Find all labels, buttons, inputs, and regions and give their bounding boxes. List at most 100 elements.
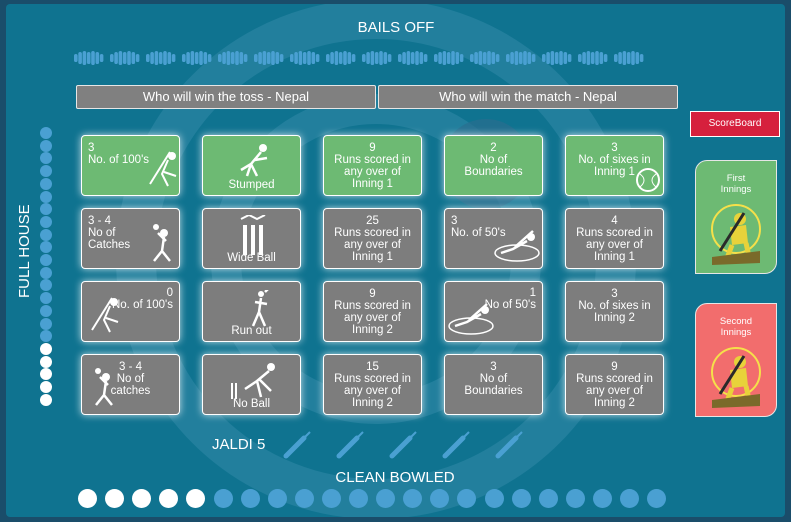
toss-prediction-banner: Who will win the toss - Nepal <box>76 85 376 109</box>
grid-cell-r3c1[interactable]: 0 No. of 100's <box>81 281 180 342</box>
bail-icon <box>74 51 104 65</box>
grid-cell-r2c2[interactable]: Wide Ball <box>202 208 301 269</box>
grid-cell-r4c3[interactable]: 15 Runs scored in any over of Inning 2 <box>323 354 422 415</box>
clean-bowled-slot <box>620 489 639 508</box>
bail-icon <box>614 51 644 65</box>
bat-icon <box>495 431 523 459</box>
bail-icon <box>254 51 284 65</box>
grid-cell-r4c2[interactable]: No Ball <box>202 354 301 415</box>
full-house-label: FULL HOUSE <box>16 204 33 298</box>
full-house-ball-filled <box>40 393 52 406</box>
grid-cell-r4c4[interactable]: 3 No of Boundaries <box>444 354 543 415</box>
full-house-slot <box>40 165 52 178</box>
bail-icon <box>290 51 320 65</box>
grid-cell-text: 3 - 4 No of Catches <box>88 215 131 251</box>
bail-icon <box>218 51 248 65</box>
grid-cell-r3c3[interactable]: 9 Runs scored in any over of Inning 2 <box>323 281 422 342</box>
bail-icon <box>362 51 392 65</box>
batsman-trophy-icon <box>711 204 761 265</box>
jaldi-5-label: JALDI 5 <box>212 436 266 453</box>
grid-cell-text: 1 No of 50's <box>484 287 536 311</box>
full-house-slot <box>40 127 52 139</box>
first-innings-label: First Innings <box>720 173 752 195</box>
grid-cell-r3c4[interactable]: 1 No of 50's <box>444 281 543 342</box>
bail-icon <box>110 51 140 65</box>
grid-cell-text: 4 Runs scored in any over of Inning 1 <box>576 215 653 263</box>
grid-cell-text: 3 No. of 100's <box>88 142 150 166</box>
bail-icon <box>542 51 572 65</box>
grid-cell-text: 3 No of Boundaries <box>464 361 523 397</box>
clean-bowled-slot <box>349 489 368 508</box>
clean-bowled-slot <box>565 489 585 508</box>
clean-bowled-slot <box>592 489 612 508</box>
full-house-slot <box>40 254 52 266</box>
grid-cell-r1c2[interactable]: Stumped <box>202 135 301 196</box>
runner-icon <box>251 290 269 327</box>
clean-bowled-label: CLEAN BOWLED <box>335 469 455 486</box>
clean-bowled-slot <box>511 489 531 508</box>
grid-cell-text: 15 Runs scored in any over of Inning 2 <box>334 361 411 409</box>
grid-cell-r2c1[interactable]: 3 - 4 No of Catches <box>81 208 180 269</box>
bail-icon <box>182 51 212 65</box>
full-house-ball-filled <box>40 342 52 355</box>
clean-bowled-ball-filled <box>78 489 97 508</box>
grid-cell-text: Wide Ball <box>227 252 276 264</box>
full-house-ball-filled <box>40 355 52 368</box>
grid-cell-text: 9 Runs scored in any over of Inning 2 <box>334 288 411 336</box>
bails-off-track <box>72 50 672 66</box>
bowler-icon <box>231 363 275 399</box>
first-innings-card[interactable]: First Innings <box>695 160 777 274</box>
clean-bowled-slot <box>538 489 558 508</box>
game-title: BAILS OFF <box>357 19 435 36</box>
grid-cell-text: Stumped <box>228 179 275 191</box>
grid-cell-text: 3 No. of sixes in Inning 1 <box>578 142 651 178</box>
full-house-slot <box>40 317 52 330</box>
grid-cell-r2c5[interactable]: 4 Runs scored in any over of Inning 1 <box>565 208 664 269</box>
grid-cell-r1c1[interactable]: 3 No. of 100's <box>81 135 180 196</box>
clean-bowled-slot <box>240 489 260 508</box>
clean-bowled-slot <box>267 489 287 508</box>
second-innings-card[interactable]: Second Innings <box>695 303 777 417</box>
second-innings-label: Second Innings <box>719 316 753 338</box>
grid-cell-text: Run out <box>231 325 272 337</box>
grid-cell-r1c5[interactable]: 3 No. of sixes in Inning 1 <box>565 135 664 196</box>
grid-cell-text: 9 Runs scored in any over of Inning 1 <box>334 142 411 190</box>
bat-icon <box>283 431 311 459</box>
bail-icon <box>434 51 464 65</box>
grid-cell-text: No Ball <box>232 398 271 410</box>
full-house-slot <box>40 266 52 279</box>
grid-cell-r1c3[interactable]: 9 Runs scored in any over of Inning 1 <box>323 135 422 196</box>
full-house-slot <box>40 304 52 317</box>
full-house-slot <box>40 215 52 228</box>
clean-bowled-ball-filled <box>105 489 125 508</box>
grid-cell-r4c1[interactable]: 3 - 4 No of catches <box>81 354 180 415</box>
grid-cell-text: 9 Runs scored in any over of Inning 2 <box>576 361 653 409</box>
bail-icon <box>506 51 536 65</box>
grid-cell-r2c4[interactable]: 3 No. of 50's <box>444 208 543 269</box>
grid-cell-r1c4[interactable]: 2 No of Boundaries <box>444 135 543 196</box>
full-house-slot <box>40 228 52 241</box>
bail-icon <box>326 51 356 65</box>
bail-icon <box>578 51 608 65</box>
clean-bowled-slot <box>213 489 233 508</box>
grid-cell-text: 0 No. of 100's <box>111 287 173 311</box>
grid-cell-r2c3[interactable]: 25 Runs scored in any over of Inning 1 <box>323 208 422 269</box>
grid-cell-r3c5[interactable]: 3 No. of sixes in Inning 2 <box>565 281 664 342</box>
clean-bowled-slot <box>321 489 341 508</box>
clean-bowled-slot <box>376 489 396 508</box>
full-house-slot <box>40 292 52 305</box>
grid-cell-text: 25 Runs scored in any over of Inning 1 <box>334 215 411 263</box>
batsman-trophy-icon <box>711 347 761 408</box>
grid-cell-r3c2[interactable]: Run out <box>202 281 301 342</box>
bat-icon <box>389 431 417 459</box>
full-house-ball-filled <box>40 381 52 393</box>
grid-cell-r4c5[interactable]: 9 Runs scored in any over of Inning 2 <box>565 354 664 415</box>
stumps-icon <box>240 215 266 255</box>
full-house-slot <box>40 177 52 190</box>
clean-bowled-slot <box>647 489 667 508</box>
grid-cell-text: 3 No. of 50's <box>451 215 506 239</box>
scoreboard-button[interactable]: ScoreBoard <box>690 111 780 137</box>
match-prediction-banner: Who will win the match - Nepal <box>378 85 678 109</box>
bat-icon <box>336 431 364 459</box>
grid-cell-text: 2 No of Boundaries <box>464 142 523 178</box>
